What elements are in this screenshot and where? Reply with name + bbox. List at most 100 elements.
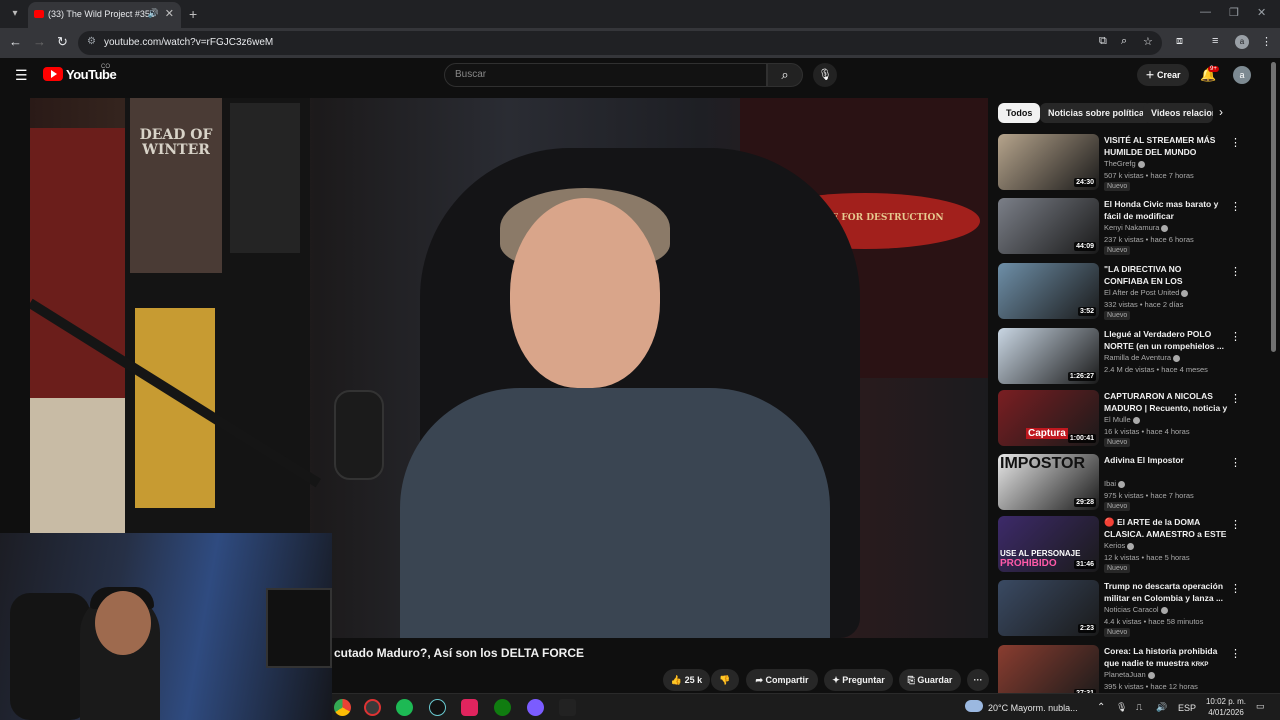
video-thumbnail[interactable]: 2:23 — [998, 580, 1099, 636]
recommendation-title[interactable]: El Honda Civic mas barato y fácil de mod… — [1104, 198, 1228, 222]
forward-icon[interactable]: → — [33, 34, 46, 49]
chevron-right-icon[interactable]: › — [1219, 105, 1223, 119]
channel-name[interactable]: PlanetaJuan — [1104, 670, 1155, 679]
address-bar[interactable]: ⚙ youtube.com/watch?v=rFGJC3z6weM — [78, 31, 1162, 55]
channel-name[interactable]: El After de Post United — [1104, 288, 1189, 297]
audio-icon[interactable]: 🔊 — [148, 8, 159, 19]
maximize-icon[interactable]: ❐ — [1229, 6, 1239, 19]
video-thumbnail[interactable]: 3:52 — [998, 263, 1099, 319]
volume-icon[interactable]: 🔊 — [1156, 702, 1167, 713]
recommendation-item[interactable]: IMPOSTOR 29:28 Adivina El Impostor Ibai 975 … — [998, 454, 1258, 512]
search-input[interactable]: Buscar — [444, 63, 767, 87]
bookmark-star-icon[interactable]: ☆ — [1143, 35, 1153, 48]
channel-name[interactable]: El Mulle — [1104, 415, 1140, 424]
video-thumbnail[interactable]: 44:09 — [998, 198, 1099, 254]
recommendation-title[interactable]: CAPTURARON A NICOLAS MADURO | Recuento, … — [1104, 390, 1228, 414]
recommendation-item[interactable]: 24:30 VISITÉ AL STREAMER MÁS HUMILDE DEL … — [998, 134, 1258, 192]
channel-name[interactable]: Ramilla de Aventura — [1104, 353, 1180, 362]
more-options-icon[interactable]: ⋮ — [1230, 456, 1241, 469]
filter-chip-related[interactable]: Videos relacionados — [1143, 103, 1213, 123]
more-options-icon[interactable]: ⋮ — [1230, 647, 1241, 660]
tray-chevron-icon[interactable]: ⌃ — [1097, 702, 1105, 713]
profile-avatar[interactable]: a — [1235, 35, 1249, 49]
voice-search-button[interactable]: 🎙 — [813, 63, 837, 87]
dislike-button[interactable]: 👎 — [711, 669, 739, 691]
reload-icon[interactable]: ↻ — [57, 34, 68, 50]
more-options-icon[interactable]: ⋮ — [1230, 330, 1241, 343]
language-indicator[interactable]: ESP — [1178, 703, 1196, 713]
video-duration: 31:46 — [1074, 560, 1096, 569]
video-thumbnail[interactable]: 24:30 — [998, 134, 1099, 190]
more-actions-button[interactable]: ··· — [967, 669, 989, 691]
app-icon[interactable] — [559, 699, 576, 716]
more-options-icon[interactable]: ⋮ — [1230, 518, 1241, 531]
site-info-icon[interactable]: ⚙ — [87, 36, 96, 47]
video-thumbnail[interactable]: Captura 1:00:41 — [998, 390, 1099, 446]
xbox-icon[interactable] — [494, 699, 511, 716]
search-button[interactable]: ⌕ — [767, 63, 803, 87]
channel-name[interactable]: Kenyi Nakamura — [1104, 223, 1169, 232]
zoom-icon[interactable]: ⌕ — [1121, 35, 1127, 48]
create-button[interactable]: ＋ Crear — [1137, 64, 1189, 86]
close-tab-icon[interactable]: ✕ — [165, 7, 174, 20]
tab-search-icon[interactable]: ▾ — [6, 5, 24, 23]
recommendation-item[interactable]: USE AL PERSONAJE PROHIBIDO 31:46 🔴 El ARTE … — [998, 516, 1258, 574]
cast-icon[interactable]: ⧉ — [1099, 35, 1107, 48]
more-options-icon[interactable]: ⋮ — [1230, 582, 1241, 595]
recommendation-title[interactable]: "LA DIRECTIVA NO CONFIABA EN LOS ENTRENA… — [1104, 263, 1228, 287]
tiktok-icon[interactable] — [429, 699, 446, 716]
channel-name[interactable]: TheGrefg — [1104, 159, 1145, 168]
like-button[interactable]: 👍 25 k — [663, 669, 710, 691]
channel-name[interactable]: Kerios — [1104, 541, 1135, 550]
more-options-icon[interactable]: ⋮ — [1230, 200, 1241, 213]
recommendation-title[interactable]: Adivina El Impostor — [1104, 454, 1228, 466]
weather-icon[interactable] — [965, 700, 983, 712]
extensions-icon[interactable]: ⧈ — [1176, 35, 1183, 48]
new-tab-icon[interactable]: + — [189, 6, 197, 22]
page-scrollbar[interactable] — [1271, 62, 1276, 352]
filter-chip-politics[interactable]: Noticias sobre política — [1040, 103, 1153, 123]
recommendation-item[interactable]: 2:23 Trump no descarta operación militar … — [998, 580, 1258, 638]
user-avatar[interactable]: a — [1233, 66, 1251, 84]
notifications-center-icon[interactable]: ▭ — [1256, 701, 1265, 712]
ask-button[interactable]: ✦ Preguntar — [824, 669, 893, 691]
clock-time[interactable]: 10:02 p. m. — [1201, 697, 1251, 706]
browser-tab[interactable]: (33) The Wild Project #356 🔊 ✕ — [28, 2, 181, 28]
save-button[interactable]: ⎘ Guardar — [899, 669, 961, 691]
recording-app-icon[interactable] — [364, 699, 381, 716]
network-icon[interactable]: ⎍ — [1136, 702, 1142, 713]
filter-chip-all[interactable]: Todos — [998, 103, 1041, 123]
tiktok-live-icon[interactable] — [461, 699, 478, 716]
minimize-icon[interactable]: — — [1200, 6, 1211, 18]
recommendation-title[interactable]: Trump no descarta operación militar en C… — [1104, 580, 1228, 604]
media-control-icon[interactable]: ≡ — [1212, 35, 1218, 47]
recommendation-item[interactable]: 1:26:27 Llegué al Verdadero POLO NORTE (e… — [998, 328, 1258, 386]
more-options-icon[interactable]: ⋮ — [1230, 265, 1241, 278]
discord-icon[interactable] — [527, 699, 544, 716]
back-icon[interactable]: ← — [9, 34, 22, 49]
recommendation-title[interactable]: VISITÉ AL STREAMER MÁS HUMILDE DEL MUNDO — [1104, 134, 1228, 158]
channel-name[interactable]: Ibai — [1104, 479, 1126, 488]
recommendation-title[interactable]: Corea: La historia prohibida que nadie t… — [1104, 645, 1228, 669]
more-options-icon[interactable]: ⋮ — [1230, 392, 1241, 405]
mic-tray-icon[interactable]: 🎙 — [1116, 702, 1127, 713]
recommendation-item[interactable]: Captura 1:00:41 CAPTURARON A NICOLAS MADUR… — [998, 390, 1258, 448]
share-button[interactable]: ➦ Compartir — [746, 669, 818, 691]
recommendation-item[interactable]: 3:52 "LA DIRECTIVA NO CONFIABA EN LOS ENT… — [998, 263, 1258, 321]
recommendation-item[interactable]: 44:09 El Honda Civic mas barato y fácil d… — [998, 198, 1258, 256]
more-options-icon[interactable]: ⋮ — [1230, 136, 1241, 149]
video-thumbnail[interactable]: 1:26:27 — [998, 328, 1099, 384]
recommendation-title[interactable]: Llegué al Verdadero POLO NORTE (en un ro… — [1104, 328, 1228, 352]
video-thumbnail[interactable]: USE AL PERSONAJE PROHIBIDO 31:46 — [998, 516, 1099, 572]
youtube-logo-icon[interactable] — [43, 67, 63, 81]
clock-date[interactable]: 4/01/2026 — [1201, 708, 1251, 717]
spotify-icon[interactable] — [396, 699, 413, 716]
channel-name[interactable]: Noticias Caracol — [1104, 605, 1168, 614]
weather-text[interactable]: 20°C Mayorm. nubla... — [988, 703, 1078, 713]
close-window-icon[interactable]: ✕ — [1257, 6, 1266, 19]
recommendation-title[interactable]: 🔴 El ARTE de la DOMA CLASICA. AMAESTRO a… — [1104, 516, 1228, 540]
chrome-taskbar-icon[interactable] — [334, 699, 351, 716]
hamburger-menu-icon[interactable]: ☰ — [15, 67, 28, 84]
video-thumbnail[interactable]: IMPOSTOR 29:28 — [998, 454, 1099, 510]
chrome-menu-icon[interactable]: ⋮ — [1261, 35, 1272, 48]
